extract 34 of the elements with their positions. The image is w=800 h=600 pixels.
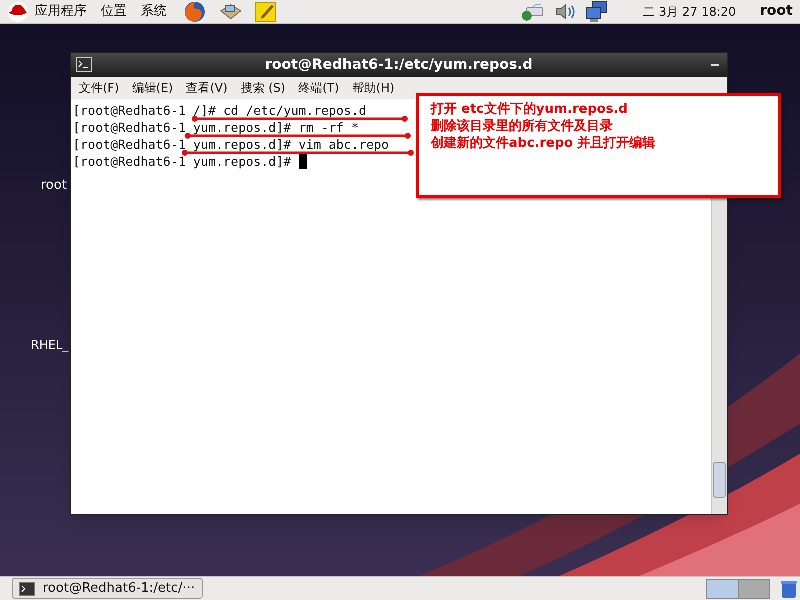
volume-icon[interactable]	[555, 2, 578, 22]
note-edit-icon[interactable]	[255, 0, 277, 22]
clock[interactable]: 二 3月 27 18:20	[643, 2, 736, 20]
terminal-line: [root@Redhat6-1 yum.repos.d]# vim abc.repo	[73, 139, 390, 150]
mail-icon[interactable]	[219, 2, 243, 22]
menu-item[interactable]: 终端(T)	[298, 79, 340, 97]
terminal-line: [root@Redhat6-1 yum.repos.d]#	[73, 156, 292, 167]
terminal-icon	[19, 582, 35, 596]
scroll-thumb[interactable]	[713, 462, 726, 498]
menu-item[interactable]: 文件(F)	[79, 79, 120, 97]
menu-item[interactable]: 查看(V)	[186, 79, 228, 97]
terminal-line: [root@Redhat6-1 yum.repos.d]# rm -rf *	[73, 122, 359, 133]
workspace-switcher[interactable]	[706, 578, 770, 598]
hat-logo-icon	[7, 2, 29, 22]
panel-menu[interactable]: 位置	[101, 2, 127, 22]
menu-item[interactable]: 帮助(H)	[352, 79, 395, 97]
panel-menu[interactable]: 应用程序	[35, 2, 87, 22]
firefox-icon[interactable]	[183, 0, 207, 22]
annotation-text: 删除该目录里的所有文件及目录	[431, 118, 614, 135]
desktop-icon-label[interactable]: RHEL_	[31, 336, 69, 354]
terminal-icon	[76, 57, 92, 72]
user-name[interactable]: root	[760, 1, 793, 22]
menu-item[interactable]: 编辑(E)	[132, 79, 174, 97]
trash-icon[interactable]	[780, 578, 798, 598]
desktop-icon-label[interactable]: root	[41, 176, 68, 196]
monitors-icon[interactable]	[585, 0, 610, 22]
menu-item[interactable]: 搜索 (S)	[240, 79, 286, 97]
window-title: root@Redhat6-1:/etc/yum.repos.d	[265, 56, 533, 74]
terminal-line: [root@Redhat6-1 /]# cd /etc/yum.repos.d	[73, 105, 366, 116]
annotation-text: 创建新的文件abc.repo 并且打开编辑	[431, 135, 657, 152]
network-icon[interactable]	[519, 2, 546, 22]
panel-menu[interactable]: 系统	[141, 2, 167, 22]
taskbar-button[interactable]: root@Redhat6-1:/etc/···	[12, 578, 203, 599]
annotation-text: 打开 etc文件下的yum.repos.d	[431, 101, 629, 118]
